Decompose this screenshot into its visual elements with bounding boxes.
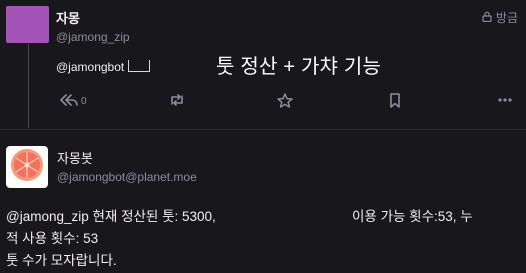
avatar[interactable] xyxy=(6,6,49,43)
mention-link[interactable]: @jamongbot xyxy=(56,60,124,74)
text-cursor xyxy=(128,60,151,72)
reply-count: 0 xyxy=(81,96,87,107)
bookmark-icon xyxy=(388,93,402,111)
post-content: @jamongbot xyxy=(56,60,151,74)
reply-button[interactable]: 0 xyxy=(60,93,87,110)
lock-icon xyxy=(482,11,492,25)
overlay-caption: 툿 정산 + 가챠 기능 xyxy=(216,56,382,78)
boost-button[interactable] xyxy=(169,93,185,110)
avatar[interactable] xyxy=(6,146,48,188)
display-name[interactable]: 자몽 xyxy=(56,8,80,27)
bookmark-button[interactable] xyxy=(388,93,402,111)
account-handle[interactable]: @jamong_zip xyxy=(56,30,130,44)
content-line-3: 툿 수가 모자랍니다. xyxy=(6,253,117,268)
reply-icon xyxy=(60,93,78,110)
status-post-jamongbot[interactable]: 자몽봇 @jamongbot@planet.moe @jamong_zip 현재… xyxy=(0,130,526,273)
boost-icon xyxy=(169,93,185,110)
time-label: 방금 xyxy=(495,11,518,25)
grapefruit-icon xyxy=(9,147,45,188)
account-handle[interactable]: @jamongbot@planet.moe xyxy=(57,170,197,184)
content-line-1-right: 이용 가능 횟수:53, 누 xyxy=(352,209,473,224)
status-post-jamong[interactable]: 자몽 @jamong_zip 방금 @jamongbot 툿 정산 + 가챠 기… xyxy=(0,0,526,128)
thread-line xyxy=(28,44,29,128)
display-name[interactable]: 자몽봇 xyxy=(57,148,93,167)
post-time[interactable]: 방금 xyxy=(482,9,518,26)
post-content: @jamong_zip 현재 정산된 툿: 5300, 이용 가능 횟수:53,… xyxy=(6,206,520,272)
more-button[interactable] xyxy=(497,93,513,110)
more-icon xyxy=(497,93,513,110)
content-line-2: 적 사용 횟수: 53 xyxy=(6,231,99,246)
action-bar: 0 xyxy=(60,93,516,111)
favorite-button[interactable] xyxy=(277,93,293,111)
favorite-icon xyxy=(277,93,293,111)
